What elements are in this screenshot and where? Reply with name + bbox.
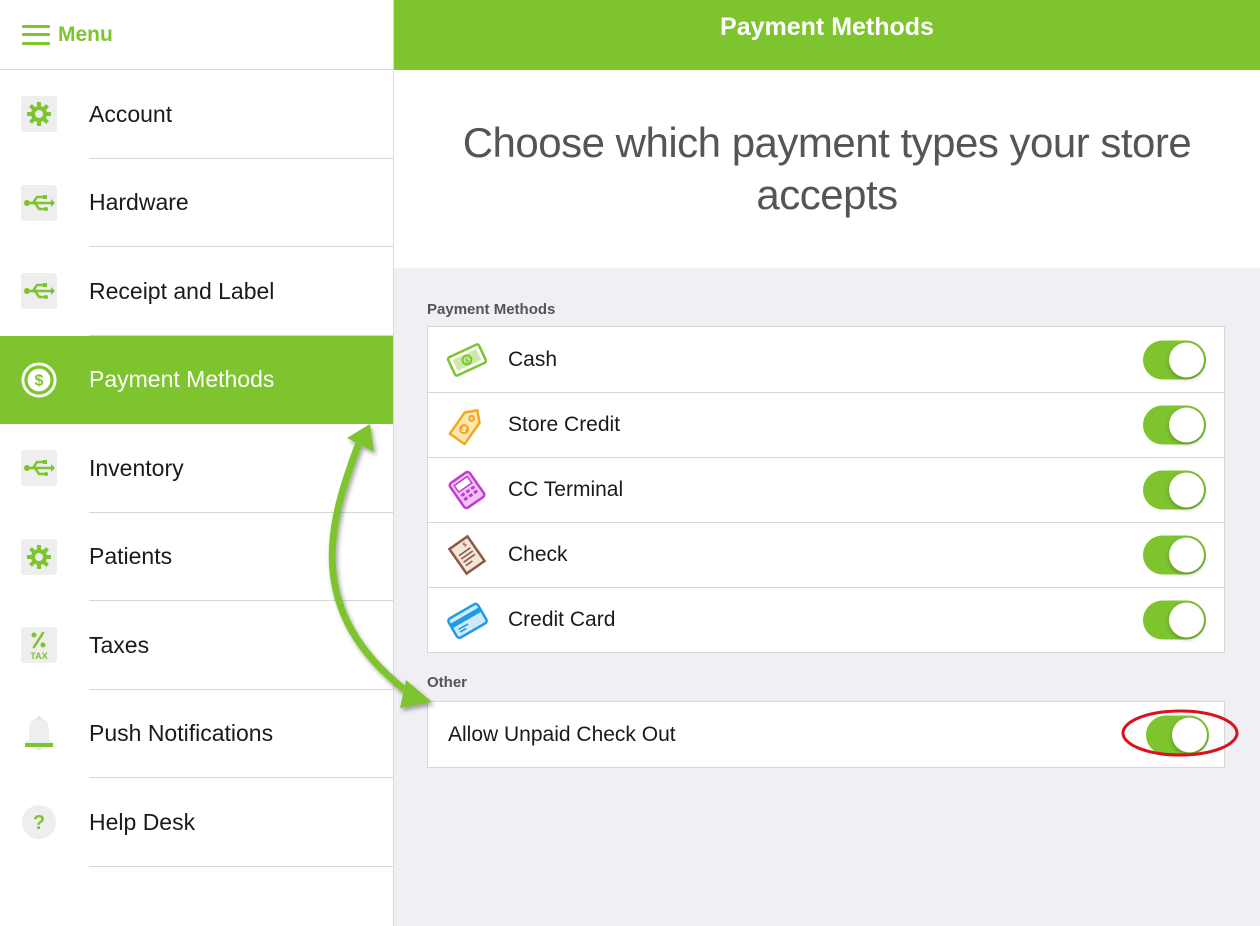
- sidebar-item-account[interactable]: Account: [0, 70, 393, 159]
- menu-button-label[interactable]: Menu: [58, 23, 113, 47]
- hamburger-icon[interactable]: [22, 23, 50, 47]
- section-title-payment-methods: Payment Methods: [427, 301, 556, 318]
- payment-method-label: Store Credit: [508, 412, 621, 436]
- sidebar-item-label: Push Notifications: [89, 720, 274, 747]
- hero-banner: Choose which payment types your store ac…: [394, 70, 1260, 268]
- check-toggle[interactable]: [1143, 535, 1206, 574]
- svg-text:TAX: TAX: [30, 651, 47, 661]
- gear-icon: [21, 538, 57, 575]
- sidebar-item-label: Inventory: [89, 454, 184, 481]
- svg-text:$: $: [35, 371, 44, 389]
- svg-text:?: ?: [33, 812, 45, 834]
- payment-method-label: CC Terminal: [508, 477, 624, 501]
- section-title-other: Other: [427, 674, 468, 691]
- usb-icon: [21, 450, 57, 487]
- sidebar-item-label: Taxes: [89, 631, 150, 658]
- usb-icon: [21, 184, 57, 221]
- sidebar-item-label: Receipt and Label: [89, 277, 275, 304]
- payment-row-cc-terminal: CC Terminal: [428, 457, 1224, 522]
- sidebar-item-push-notifications[interactable]: Push Notifications: [0, 690, 393, 778]
- terminal-icon: [446, 469, 488, 511]
- payment-methods-group: $ Cash $ Store Credit CC Terminal $ Chec…: [427, 326, 1225, 653]
- usb-icon: [21, 273, 57, 310]
- main-panel: Payment Methods Choose which payment typ…: [394, 0, 1260, 926]
- setting-label: Allow Unpaid Check Out: [448, 722, 676, 746]
- help-icon: ?: [21, 804, 57, 840]
- dollar-circle-icon: $: [21, 362, 57, 398]
- store-credit-toggle[interactable]: [1143, 405, 1206, 444]
- allow-unpaid-check-out-toggle[interactable]: [1146, 715, 1209, 754]
- page-title: Payment Methods: [720, 12, 934, 41]
- tax-icon: TAX: [21, 627, 57, 664]
- cash-icon: $: [446, 339, 488, 381]
- sidebar-item-help-desk[interactable]: ? Help Desk: [0, 778, 393, 867]
- hero-text: Choose which payment types your store ac…: [462, 119, 1192, 218]
- sidebar-item-payment-methods[interactable]: $ Payment Methods: [0, 335, 393, 424]
- sidebar-item-label: Payment Methods: [89, 366, 275, 393]
- payment-row-check: $ Check: [428, 522, 1224, 587]
- setting-row-allow-unpaid-check-out: Allow Unpaid Check Out: [428, 702, 1224, 767]
- sidebar-item-receipt-and-label[interactable]: Receipt and Label: [0, 247, 393, 336]
- payment-row-store-credit: $ Store Credit: [428, 392, 1224, 457]
- payment-row-cash: $ Cash: [428, 327, 1224, 392]
- menu-bar: Menu: [0, 0, 393, 70]
- sidebar-item-label: Hardware: [89, 189, 189, 216]
- gear-icon: [21, 96, 57, 133]
- sidebar-item-label: Help Desk: [89, 808, 196, 835]
- payment-method-label: Credit Card: [508, 607, 616, 631]
- payment-method-label: Cash: [508, 347, 558, 371]
- sidebar-item-patients[interactable]: Patients: [0, 513, 393, 601]
- tag-icon: $: [446, 404, 488, 446]
- cc-terminal-toggle[interactable]: [1143, 470, 1206, 509]
- check-icon: $: [446, 534, 488, 576]
- payment-row-credit-card: Credit Card: [428, 587, 1224, 652]
- sidebar-item-label: Account: [89, 100, 173, 127]
- sidebar-item-inventory[interactable]: Inventory: [0, 424, 393, 513]
- sidebar-item-taxes[interactable]: TAX Taxes: [0, 601, 393, 690]
- bell-icon: [21, 715, 57, 752]
- sidebar: Menu Account Hardware Receipt and Label …: [0, 0, 394, 926]
- cash-toggle[interactable]: [1143, 340, 1206, 379]
- credit-card-toggle[interactable]: [1143, 600, 1206, 639]
- credit-card-icon: [446, 599, 488, 641]
- payment-method-label: Check: [508, 542, 568, 566]
- sidebar-item-label: Patients: [89, 543, 173, 570]
- navigation-header: Payment Methods: [394, 0, 1260, 70]
- sidebar-item-hardware[interactable]: Hardware: [0, 159, 393, 247]
- other-group: Allow Unpaid Check Out: [427, 701, 1225, 768]
